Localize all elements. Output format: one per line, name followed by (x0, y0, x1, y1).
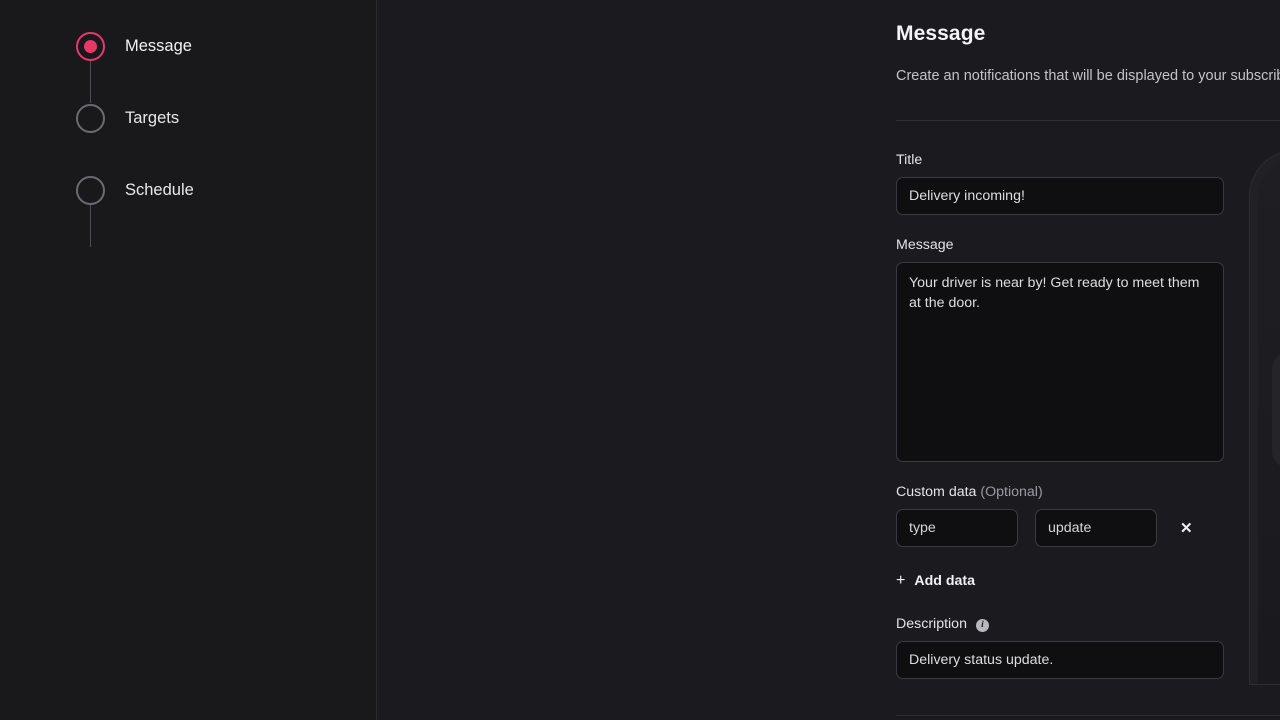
footer-divider (896, 715, 1280, 716)
sidebar-step-schedule[interactable]: Schedule (76, 175, 194, 205)
notification-preview-card: Bob's Delivery now Delivery incoming! Yo… (1272, 352, 1280, 468)
info-icon[interactable]: i (976, 619, 989, 632)
notification-composer-page: Message Targets Schedule Message Create … (0, 0, 1280, 720)
remove-custom-data-button[interactable]: ✕ (1174, 517, 1199, 540)
add-data-button[interactable]: + Add data (896, 573, 975, 589)
plus-icon: + (896, 573, 905, 589)
workflow-stepper: Message Targets Schedule (76, 31, 194, 205)
step-indicator-fill (84, 40, 97, 53)
custom-data-value-input[interactable] (1035, 509, 1157, 547)
step-indicator-fill (84, 184, 97, 197)
message-label: Message (896, 237, 1226, 253)
step-label-schedule: Schedule (125, 181, 194, 200)
main-content: Message Create an notifications that wil… (377, 0, 1280, 720)
custom-data-label-text: Custom data (896, 484, 976, 500)
step-indicator-schedule (76, 176, 105, 205)
sidebar-step-message[interactable]: Message (76, 31, 194, 61)
page-subtitle: Create an notifications that will be dis… (896, 68, 1280, 84)
step-connector-2 (90, 205, 91, 247)
step-indicator-fill (84, 112, 97, 125)
description-label: Description i (896, 616, 1226, 632)
description-label-text: Description (896, 616, 967, 632)
step-indicator-message (76, 32, 105, 61)
step-label-message: Message (125, 37, 192, 56)
custom-data-label: Custom data (Optional) (896, 484, 1226, 500)
header-divider (896, 120, 1280, 121)
step-label-targets: Targets (125, 109, 179, 128)
add-data-label: Add data (914, 573, 975, 589)
custom-data-optional-text: (Optional) (980, 484, 1042, 500)
step-indicator-targets (76, 104, 105, 133)
lockscreen-date: Sunday, October 1 (1258, 287, 1280, 304)
message-textarea[interactable]: Your driver is near by! Get ready to mee… (896, 262, 1224, 462)
title-input[interactable] (896, 177, 1224, 215)
message-form: Title Message Your driver is near by! Ge… (896, 152, 1226, 679)
page-title: Message (896, 22, 985, 46)
custom-data-row: ✕ (896, 509, 1226, 547)
sidebar-step-targets[interactable]: Targets (76, 103, 194, 133)
title-label: Title (896, 152, 1226, 168)
step-connector-1 (90, 61, 91, 103)
description-input[interactable] (896, 641, 1224, 679)
sidebar: Message Targets Schedule (0, 0, 377, 720)
custom-data-key-input[interactable] (896, 509, 1018, 547)
